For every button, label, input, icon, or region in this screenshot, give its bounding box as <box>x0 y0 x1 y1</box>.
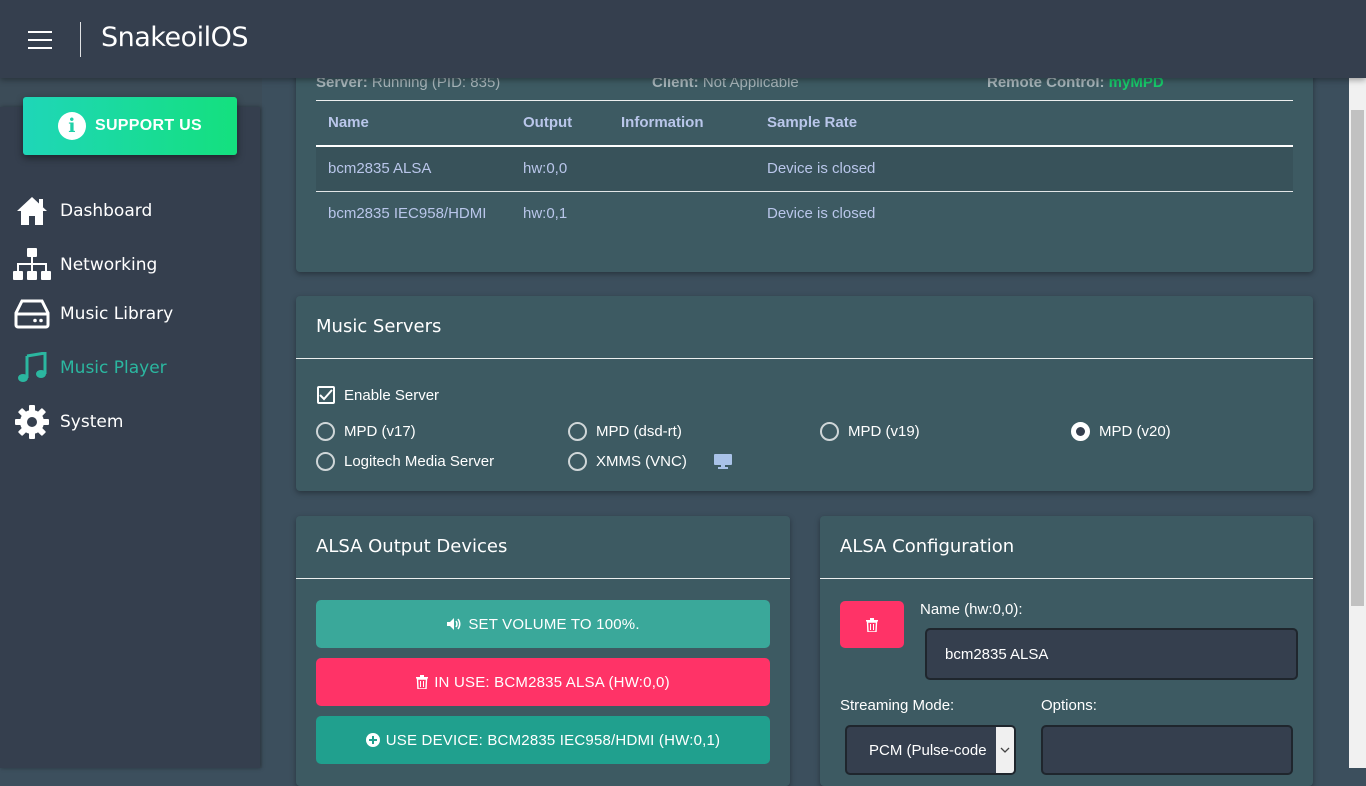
chevron-down-icon <box>996 727 1014 773</box>
column-header-output: Output <box>523 114 573 131</box>
set-volume-button[interactable]: SET VOLUME TO 100%. <box>316 600 770 648</box>
sidebar-item-label: Music Library <box>60 304 174 324</box>
delete-config-button[interactable] <box>840 601 904 648</box>
monitor-icon[interactable] <box>713 453 733 474</box>
sidebar-item-label: Dashboard <box>60 201 153 221</box>
music-servers-title: Music Servers <box>316 316 442 337</box>
radio-logitech-media-server[interactable] <box>316 452 335 471</box>
radio-mpd-v19[interactable] <box>820 422 839 441</box>
support-us-label: SUPPORT US <box>94 117 202 134</box>
radio-mpd-dsd-rt[interactable] <box>568 422 587 441</box>
home-icon <box>12 191 52 231</box>
card-divider <box>296 358 1313 359</box>
volume-icon <box>446 617 462 631</box>
sidebar-item-label: System <box>60 412 124 432</box>
column-header-information: Information <box>621 114 704 131</box>
row-2-name: bcm2835 IEC958/HDMI <box>328 205 487 222</box>
alsa-output-title: ALSA Output Devices <box>316 536 508 557</box>
sidebar-item-system[interactable]: System <box>0 399 260 445</box>
enable-server-checkbox[interactable] <box>317 386 335 404</box>
sidebar-item-music-library[interactable]: Music Library <box>0 291 260 337</box>
sidebar-item-music-player[interactable]: Music Player <box>0 345 260 391</box>
network-icon <box>12 245 52 285</box>
use-device-button[interactable]: USE DEVICE: BCM2835 IEC958/HDMI (HW:0,1) <box>316 716 770 764</box>
streaming-mode-value: PCM (Pulse-code modulation) <box>869 742 987 759</box>
info-icon: i <box>57 112 86 140</box>
hamburger-menu-icon[interactable] <box>28 31 52 49</box>
radio-mpd-v17-label: MPD (v17) <box>344 423 416 440</box>
options-field-label: Options: <box>1041 697 1097 714</box>
in-use-device-label: IN USE: BCM2835 ALSA (HW:0,0) <box>434 673 670 691</box>
card-divider <box>820 578 1313 579</box>
sidebar-item-label: Music Player <box>60 358 167 378</box>
column-header-sample-rate: Sample Rate <box>767 114 858 131</box>
table-top-rule <box>316 100 1293 101</box>
scrollbar-thumb[interactable] <box>1351 110 1364 606</box>
gear-icon <box>12 402 52 442</box>
plus-circle-icon <box>365 733 380 747</box>
row-1-output: hw:0,0 <box>523 160 568 177</box>
support-us-button[interactable]: i SUPPORT US <box>23 97 237 155</box>
radio-logitech-media-server-label: Logitech Media Server <box>344 453 495 470</box>
name-input[interactable] <box>925 628 1298 680</box>
row-2-output: hw:0,1 <box>523 205 568 222</box>
alsa-config-title: ALSA Configuration <box>840 536 1015 557</box>
hard-drive-icon <box>12 294 52 334</box>
radio-mpd-v20[interactable] <box>1071 422 1090 441</box>
trash-icon <box>416 675 429 689</box>
radio-mpd-v17[interactable] <box>316 422 335 441</box>
radio-mpd-v19-label: MPD (v19) <box>848 423 920 440</box>
app-title: SnakeoilOS <box>101 22 249 53</box>
radio-xmms-vnc[interactable] <box>568 452 587 471</box>
in-use-device-button[interactable]: IN USE: BCM2835 ALSA (HW:0,0) <box>316 658 770 706</box>
sidebar-item-label: Networking <box>60 255 158 275</box>
card-divider <box>296 578 790 579</box>
table-row-rule <box>316 191 1293 192</box>
set-volume-label: SET VOLUME TO 100%. <box>468 615 640 633</box>
sidebar-item-dashboard[interactable]: Dashboard <box>0 188 260 234</box>
radio-mpd-v20-label: MPD (v20) <box>1099 423 1171 440</box>
row-1-name: bcm2835 ALSA <box>328 160 432 177</box>
column-header-name: Name <box>328 114 369 131</box>
top-header: SnakeoilOS <box>0 0 1366 78</box>
check-icon <box>319 389 333 401</box>
radio-mpd-dsd-rt-label: MPD (dsd-rt) <box>596 423 682 440</box>
music-note-icon <box>12 348 52 388</box>
streaming-mode-label: Streaming Mode: <box>840 697 955 714</box>
row-2-sample-rate: Device is closed <box>767 205 876 222</box>
row-1-sample-rate: Device is closed <box>767 160 876 177</box>
trash-icon <box>866 617 878 632</box>
name-field-label: Name (hw:0,0): <box>920 601 1023 618</box>
header-divider <box>80 22 81 57</box>
radio-xmms-vnc-label: XMMS (VNC) <box>596 453 687 470</box>
sidebar-item-networking[interactable]: Networking <box>0 242 260 288</box>
use-device-label: USE DEVICE: BCM2835 IEC958/HDMI (HW:0,1) <box>385 731 721 749</box>
enable-server-label: Enable Server <box>344 387 440 404</box>
